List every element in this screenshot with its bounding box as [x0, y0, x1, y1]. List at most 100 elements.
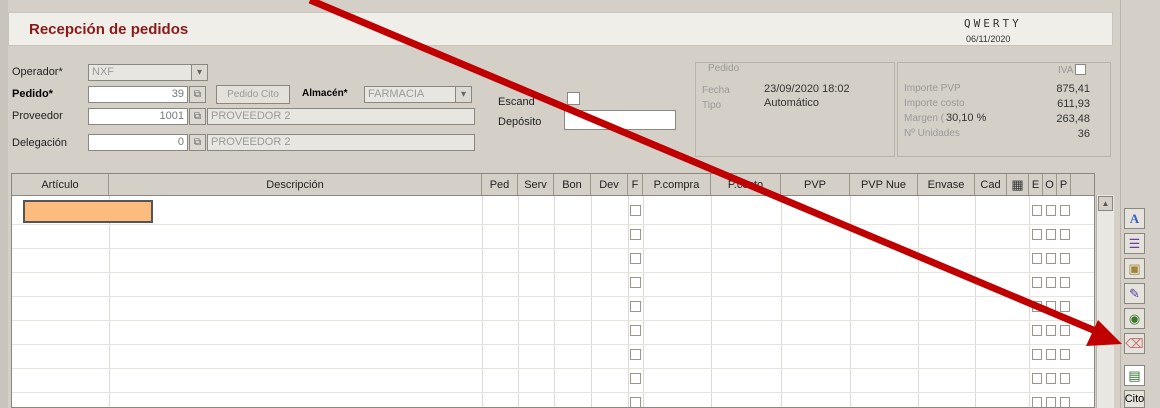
- stack-button[interactable]: ☰: [1124, 233, 1145, 254]
- row-o-checkbox[interactable]: [1046, 205, 1056, 216]
- row-f-checkbox[interactable]: [630, 205, 641, 216]
- importe-pvp-value: 875,41: [1056, 83, 1090, 95]
- pedido-field[interactable]: 39: [88, 86, 188, 103]
- col-o[interactable]: O: [1043, 174, 1057, 195]
- calendar-column-button[interactable]: ▦: [1007, 174, 1029, 195]
- delete-button[interactable]: ⌫: [1124, 333, 1145, 354]
- operador-field[interactable]: NXF: [88, 64, 193, 81]
- row-e-checkbox[interactable]: [1032, 277, 1042, 288]
- grid-row-line: [12, 248, 1094, 249]
- row-f-checkbox[interactable]: [630, 373, 641, 384]
- col-p-compra[interactable]: P.compra: [643, 174, 711, 195]
- header-date: 06/11/2020: [966, 34, 1011, 44]
- col-f[interactable]: F: [628, 174, 643, 195]
- grid-line: [628, 196, 629, 407]
- col-e[interactable]: E: [1029, 174, 1043, 195]
- escandallo-checkbox[interactable]: [567, 92, 580, 105]
- operador-dropdown-button[interactable]: ▾: [191, 64, 208, 81]
- deposito-label: Depósito: [498, 116, 542, 128]
- row-e-checkbox[interactable]: [1032, 229, 1042, 240]
- grid-line: [109, 196, 110, 407]
- pedido-search-button[interactable]: ⧉: [189, 86, 206, 103]
- unidades-label: Nº Unidades: [904, 128, 960, 139]
- row-f-checkbox[interactable]: [630, 229, 641, 240]
- row-o-checkbox[interactable]: [1046, 253, 1056, 264]
- row-p-checkbox[interactable]: [1060, 205, 1070, 216]
- row-e-checkbox[interactable]: [1032, 205, 1042, 216]
- row-e-checkbox[interactable]: [1032, 349, 1042, 360]
- col-ped[interactable]: Ped: [482, 174, 518, 195]
- row-p-checkbox[interactable]: [1060, 253, 1070, 264]
- almacen-dropdown-button[interactable]: ▾: [455, 86, 472, 103]
- col-envase[interactable]: Envase: [918, 174, 975, 195]
- col-pvp[interactable]: PVP: [781, 174, 850, 195]
- row-p-checkbox[interactable]: [1060, 325, 1070, 336]
- chevron-down-icon: ▾: [196, 67, 203, 78]
- grid-row-line: [12, 272, 1094, 273]
- grid-row-line: [12, 320, 1094, 321]
- row-o-checkbox[interactable]: [1046, 325, 1056, 336]
- almacen-field[interactable]: FARMACIA: [364, 86, 456, 103]
- grid-line: [518, 196, 519, 407]
- row-f-checkbox[interactable]: [630, 277, 641, 288]
- delegacion-code-field[interactable]: 0: [88, 134, 188, 151]
- col-p[interactable]: P: [1057, 174, 1071, 195]
- deposito-field[interactable]: [564, 110, 676, 130]
- row-o-checkbox[interactable]: [1046, 397, 1056, 407]
- row-o-checkbox[interactable]: [1046, 349, 1056, 360]
- row-e-checkbox[interactable]: [1032, 325, 1042, 336]
- row-o-checkbox[interactable]: [1046, 301, 1056, 312]
- col-dev[interactable]: Dev: [591, 174, 628, 195]
- col-cad[interactable]: Cad: [975, 174, 1007, 195]
- pedido-cito-button[interactable]: Pedido Cito: [216, 85, 290, 104]
- order-lines-grid[interactable]: Artículo Descripción Ped Serv Bon Dev F …: [11, 173, 1095, 408]
- row-p-checkbox[interactable]: [1060, 373, 1070, 384]
- calculator-button[interactable]: ▤: [1124, 365, 1145, 386]
- row-p-checkbox[interactable]: [1060, 229, 1070, 240]
- row-e-checkbox[interactable]: [1032, 397, 1042, 407]
- brand-name: QWERTY: [964, 17, 1022, 30]
- font-a-button[interactable]: A: [1124, 208, 1145, 229]
- row-e-checkbox[interactable]: [1032, 301, 1042, 312]
- row-f-checkbox[interactable]: [630, 349, 641, 360]
- proveedor-code-field[interactable]: 1001: [88, 108, 188, 125]
- proveedor-search-button[interactable]: ⧉: [189, 108, 206, 125]
- image-button[interactable]: ▣: [1124, 258, 1145, 279]
- row-o-checkbox[interactable]: [1046, 229, 1056, 240]
- row-p-checkbox[interactable]: [1060, 277, 1070, 288]
- row-f-checkbox[interactable]: [630, 253, 641, 264]
- delegacion-search-button[interactable]: ⧉: [189, 134, 206, 151]
- calculator-icon: ▤: [1128, 367, 1141, 383]
- grid-scrollbar[interactable]: ▲: [1096, 195, 1114, 408]
- row-p-checkbox[interactable]: [1060, 349, 1070, 360]
- edit-button[interactable]: ✎: [1124, 283, 1145, 304]
- cito-button[interactable]: Cito: [1124, 390, 1145, 408]
- row-e-checkbox[interactable]: [1032, 253, 1042, 264]
- tipo-label: Tipo: [702, 100, 722, 111]
- col-bon[interactable]: Bon: [554, 174, 591, 195]
- row-o-checkbox[interactable]: [1046, 277, 1056, 288]
- row-p-checkbox[interactable]: [1060, 301, 1070, 312]
- row-o-checkbox[interactable]: [1046, 373, 1056, 384]
- unidades-value: 36: [1077, 128, 1090, 140]
- row-f-checkbox[interactable]: [630, 397, 641, 407]
- col-articulo[interactable]: Artículo: [12, 174, 109, 195]
- proveedor-name-field: PROVEEDOR 2: [207, 108, 475, 125]
- col-serv[interactable]: Serv: [518, 174, 554, 195]
- row-f-checkbox[interactable]: [630, 301, 641, 312]
- delegacion-label: Delegación: [12, 137, 68, 149]
- col-descripcion[interactable]: Descripción: [109, 174, 482, 195]
- col-pvp-nue[interactable]: PVP Nue: [850, 174, 918, 195]
- scroll-up-button[interactable]: ▲: [1098, 196, 1113, 211]
- left-edge: [0, 0, 8, 408]
- row-p-checkbox[interactable]: [1060, 397, 1070, 407]
- selected-articulo-cell[interactable]: [23, 200, 153, 223]
- row-e-checkbox[interactable]: [1032, 373, 1042, 384]
- grid-row-line: [12, 392, 1094, 393]
- col-p-costo[interactable]: P.costo: [711, 174, 781, 195]
- view-button[interactable]: ◉: [1124, 308, 1145, 329]
- row-f-checkbox[interactable]: [630, 325, 641, 336]
- iva-checkbox[interactable]: [1075, 64, 1086, 75]
- lookup-icon: ⧉: [193, 137, 202, 148]
- escandallo-label: Escand: [498, 96, 535, 108]
